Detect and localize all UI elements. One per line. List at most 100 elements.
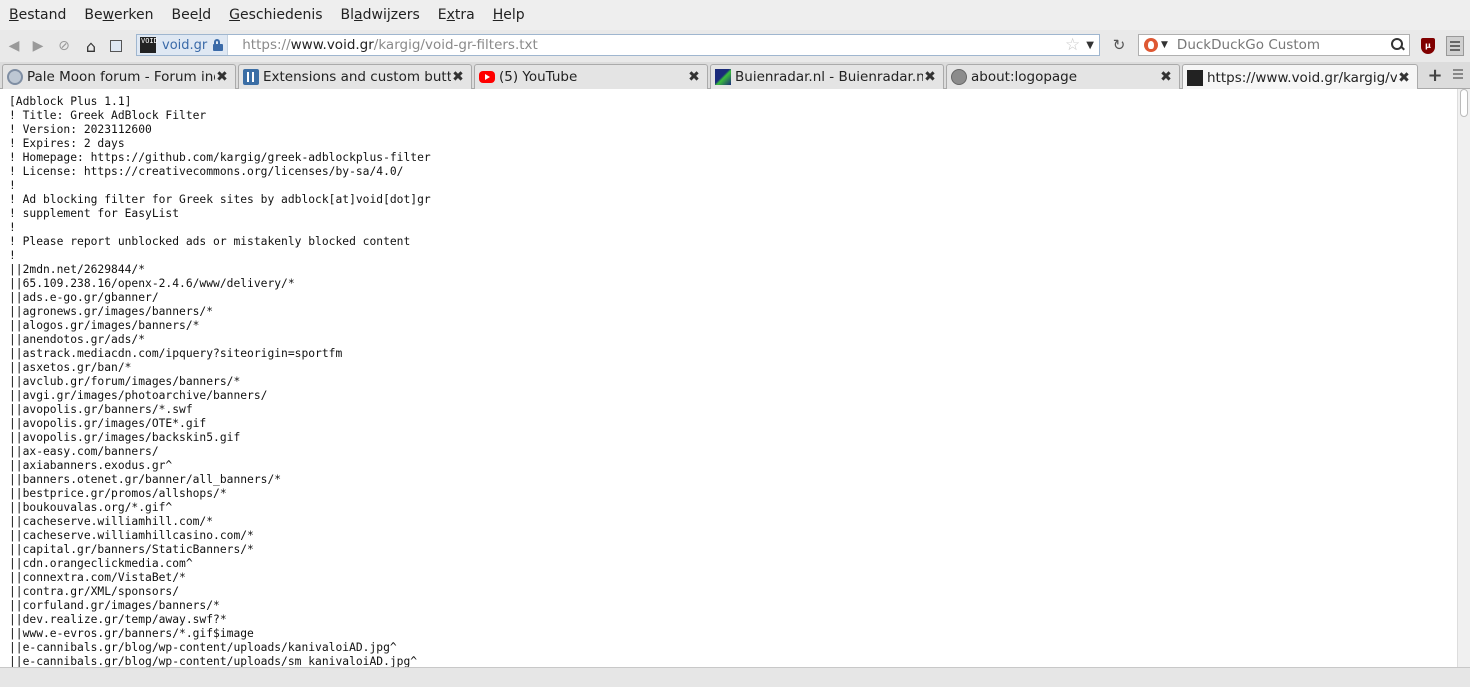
text-line: ||capital.gr/banners/StaticBanners/* — [9, 543, 254, 556]
text-line: ||ads.e-go.gr/gbanner/ — [9, 291, 159, 304]
menu-accesskey: B — [9, 7, 19, 23]
menu-label-part: dwijzers — [362, 7, 420, 23]
tab-title: Extensions and custom buttons — [263, 69, 451, 85]
text-line: ||65.109.238.16/openx-2.4.6/www/delivery… — [9, 277, 295, 290]
menu-item[interactable]: Bestand — [0, 7, 75, 23]
text-line: ||bestprice.gr/promos/allshops/* — [9, 487, 227, 500]
text-line: ||e-cannibals.gr/blog/wp-content/uploads… — [9, 655, 418, 667]
menu-item[interactable]: Beeld — [163, 7, 221, 23]
scrollbar-thumb[interactable] — [1460, 89, 1468, 117]
menu-label-part: tra — [454, 7, 475, 23]
search-engine-dropdown-icon[interactable]: ▼ — [1161, 40, 1168, 50]
text-line: ||2mdn.net/2629844/* — [9, 263, 146, 276]
menu-item[interactable]: Extra — [429, 7, 484, 23]
text-line: ! — [9, 179, 16, 192]
menu-accesskey: H — [492, 7, 504, 23]
text-line: ||avclub.gr/forum/images/banners/* — [9, 375, 241, 388]
text-line: ! Expires: 2 days — [9, 137, 125, 150]
home-button[interactable]: ⌂ — [79, 34, 103, 58]
text-line: ! Title: Greek AdBlock Filter — [9, 109, 207, 122]
tab-void-filters[interactable]: https://www.void.gr/kargig/void-gr-filte… — [1182, 64, 1418, 90]
menu-accesskey: w — [102, 7, 115, 23]
text-line: ||boukouvalas.org/*.gif^ — [9, 501, 173, 514]
navigation-toolbar: ◀ ▶ ⊘ ⌂ VOID void.gr https://www.void.gr… — [0, 30, 1470, 62]
menu-item[interactable]: Help — [484, 7, 534, 23]
url-history-dropdown-icon[interactable]: ▼ — [1086, 40, 1094, 51]
page-zoom-icon[interactable] — [104, 34, 128, 58]
text-line: ||www.e-evros.gr/banners/*.gif$image — [9, 627, 254, 640]
url-path: /kargig/void-gr-filters.txt — [373, 37, 538, 53]
menu-label-part: estand — [18, 7, 67, 23]
text-line: ! — [9, 249, 16, 262]
text-line: ||avopolis.gr/images/backskin5.gif — [9, 431, 241, 444]
menu-label-part: Be — [84, 7, 103, 23]
forward-button[interactable]: ▶ — [26, 34, 50, 58]
tab-youtube[interactable]: (5) YouTube ✖ — [474, 64, 708, 89]
text-line: ||anendotos.gr/ads/* — [9, 333, 146, 346]
app-menu-icon[interactable] — [1446, 36, 1464, 56]
stop-button[interactable]: ⊘ — [52, 34, 76, 58]
url-input[interactable]: https://www.void.gr/kargig/void-gr-filte… — [242, 37, 1065, 53]
youtube-favicon-icon — [479, 71, 495, 83]
address-bar[interactable]: VOID void.gr https://www.void.gr/kargig/… — [136, 34, 1100, 56]
tab-buienradar[interactable]: Buienradar.nl - Buienradar.nl - weer ✖ — [710, 64, 944, 89]
tab-logopage[interactable]: about:logopage ✖ — [946, 64, 1180, 89]
tab-title: about:logopage — [971, 69, 1078, 85]
text-line: ||astrack.mediacdn.com/ipquery?siteorigi… — [9, 347, 343, 360]
pale-moon-favicon-icon — [7, 69, 23, 85]
text-line: ! Version: 2023112600 — [9, 123, 152, 136]
reload-icon[interactable]: ↻ — [1110, 36, 1128, 54]
page-content: [Adblock Plus 1.1] ! Title: Greek AdBloc… — [0, 89, 1457, 667]
text-line: ||cdn.orangeclickmedia.com^ — [9, 557, 193, 570]
close-tab-icon[interactable]: ✖ — [215, 69, 229, 85]
close-tab-icon[interactable]: ✖ — [1159, 69, 1173, 85]
search-bar[interactable]: ▼ DuckDuckGo Custom — [1138, 34, 1410, 56]
search-icon[interactable] — [1391, 38, 1405, 52]
menu-label-part: eschiedenis — [239, 7, 323, 23]
menu-label-part: E — [437, 7, 447, 23]
text-line: ||agronews.gr/images/banners/* — [9, 305, 214, 318]
url-scheme: https:// — [242, 37, 291, 53]
text-line: [Adblock Plus 1.1] — [9, 95, 132, 108]
new-tab-button[interactable]: + — [1424, 65, 1446, 87]
tab-extensions[interactable]: Extensions and custom buttons ✖ — [238, 64, 472, 89]
menu-item[interactable]: Bladwijzers — [332, 7, 429, 23]
extensions-favicon-icon — [243, 69, 259, 85]
text-line: ||avopolis.gr/banners/*.swf — [9, 403, 193, 416]
close-tab-icon[interactable]: ✖ — [1397, 70, 1411, 86]
text-line: ! supplement for EasyList — [9, 207, 180, 220]
menu-label-part: erken — [114, 7, 154, 23]
back-button[interactable]: ◀ — [2, 34, 26, 58]
tab-title: Buienradar.nl - Buienradar.nl - weer — [735, 69, 923, 85]
menu-label-part: d — [202, 7, 212, 23]
void-favicon-icon — [1187, 69, 1203, 86]
tab-pale-moon-forum[interactable]: Pale Moon forum - Forum index ✖ — [2, 64, 236, 89]
menu-item[interactable]: Geschiedenis — [220, 7, 331, 23]
globe-icon — [951, 69, 967, 85]
close-tab-icon[interactable]: ✖ — [923, 69, 937, 85]
text-line: ! Please report unblocked ads or mistake… — [9, 235, 411, 248]
close-tab-icon[interactable]: ✖ — [451, 69, 465, 85]
menu-accesskey: x — [446, 7, 455, 23]
ublock-origin-icon[interactable]: µ — [1421, 38, 1435, 54]
menu-label-part: elp — [503, 7, 525, 23]
menu-item[interactable]: Bewerken — [75, 7, 162, 23]
tab-title: (5) YouTube — [499, 69, 578, 85]
text-line: ||e-cannibals.gr/blog/wp-content/uploads… — [9, 641, 397, 654]
tab-title: https://www.void.gr/kargig/void-gr-filte… — [1207, 69, 1397, 86]
text-line: ||cacheserve.williamhillcasino.com/* — [9, 529, 254, 542]
identity-label: void.gr — [162, 37, 208, 53]
menu-bar: Bestand Bewerken Beeld Geschiedenis Bladwijz… — [0, 0, 1470, 30]
vertical-scrollbar[interactable] — [1457, 89, 1470, 667]
menu-label-part: Bee — [171, 7, 199, 23]
duckduckgo-icon[interactable] — [1144, 38, 1158, 52]
menu-accesskey: a — [354, 7, 363, 23]
site-identity-button[interactable]: VOID void.gr — [137, 35, 229, 55]
bookmark-star-icon[interactable]: ☆ — [1065, 35, 1080, 55]
text-line: ||cacheserve.williamhill.com/* — [9, 515, 214, 528]
text-line: ||banners.otenet.gr/banner/all_banners/* — [9, 473, 282, 486]
list-all-tabs-icon[interactable] — [1452, 67, 1464, 83]
search-input[interactable]: DuckDuckGo Custom — [1177, 37, 1391, 53]
close-tab-icon[interactable]: ✖ — [687, 69, 701, 85]
url-host: www.void.gr — [290, 37, 374, 53]
